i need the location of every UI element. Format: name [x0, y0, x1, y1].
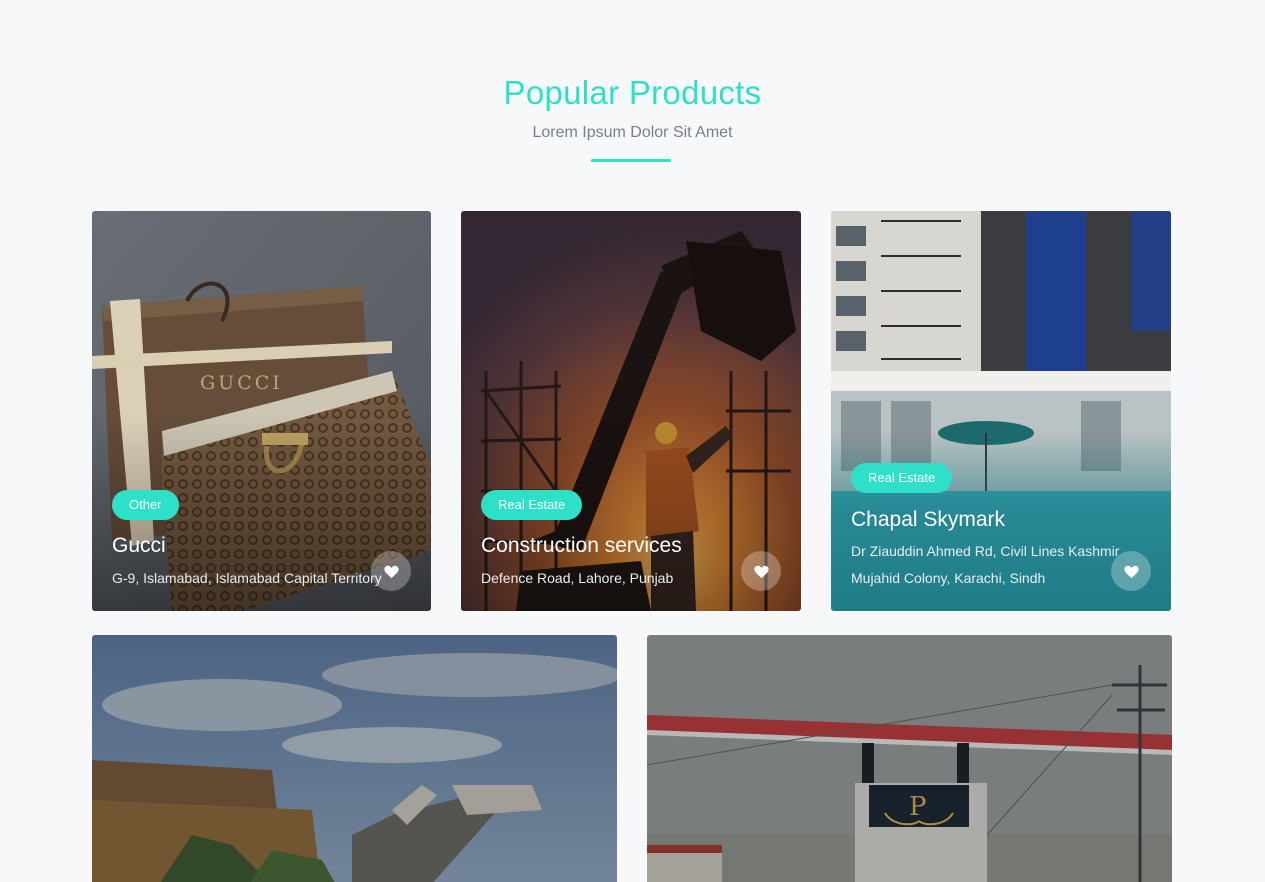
- favorite-button[interactable]: [1111, 551, 1151, 591]
- card-address: Defence Road, Lahore, Punjab: [481, 570, 674, 586]
- card-address-line-1: Dr Ziauddin Ahmed Rd, Civil Lines Kashmi…: [851, 543, 1120, 559]
- product-card-building[interactable]: [92, 635, 617, 882]
- favorite-button[interactable]: [371, 551, 411, 591]
- card-title[interactable]: Construction services: [481, 534, 682, 558]
- category-badge[interactable]: Real Estate: [481, 490, 583, 520]
- product-card-construction[interactable]: Real Estate Construction services Defenc…: [461, 211, 801, 611]
- card-overlay: [647, 635, 1172, 882]
- product-card-chapal-skymark[interactable]: Real Estate Chapal Skymark Dr Ziauddin A…: [831, 211, 1171, 611]
- heart-icon: [1123, 565, 1139, 579]
- card-address-line-2: Mujahid Colony, Karachi, Sindh: [851, 570, 1046, 586]
- favorite-button[interactable]: [741, 551, 781, 591]
- section-subtitle: Lorem Ipsum Dolor Sit Amet: [532, 124, 733, 141]
- category-badge[interactable]: Other: [112, 490, 179, 520]
- card-overlay: [92, 635, 617, 882]
- card-title[interactable]: Chapal Skymark: [851, 508, 1005, 532]
- card-address: G-9, Islamabad, Islamabad Capital Territ…: [112, 570, 382, 586]
- section-title: Popular Products: [503, 74, 762, 111]
- title-divider: [591, 159, 671, 162]
- product-card-gateway[interactable]: P: [647, 635, 1172, 882]
- product-card-gucci[interactable]: GUCCI Other Gucci G-9, Islamabad, Islama…: [92, 211, 431, 611]
- heart-icon: [383, 565, 399, 579]
- popular-products-section: Popular Products Lorem Ipsum Dolor Sit A…: [0, 0, 1265, 882]
- card-title[interactable]: Gucci: [112, 534, 166, 558]
- category-badge[interactable]: Real Estate: [851, 463, 953, 493]
- heart-icon: [753, 565, 769, 579]
